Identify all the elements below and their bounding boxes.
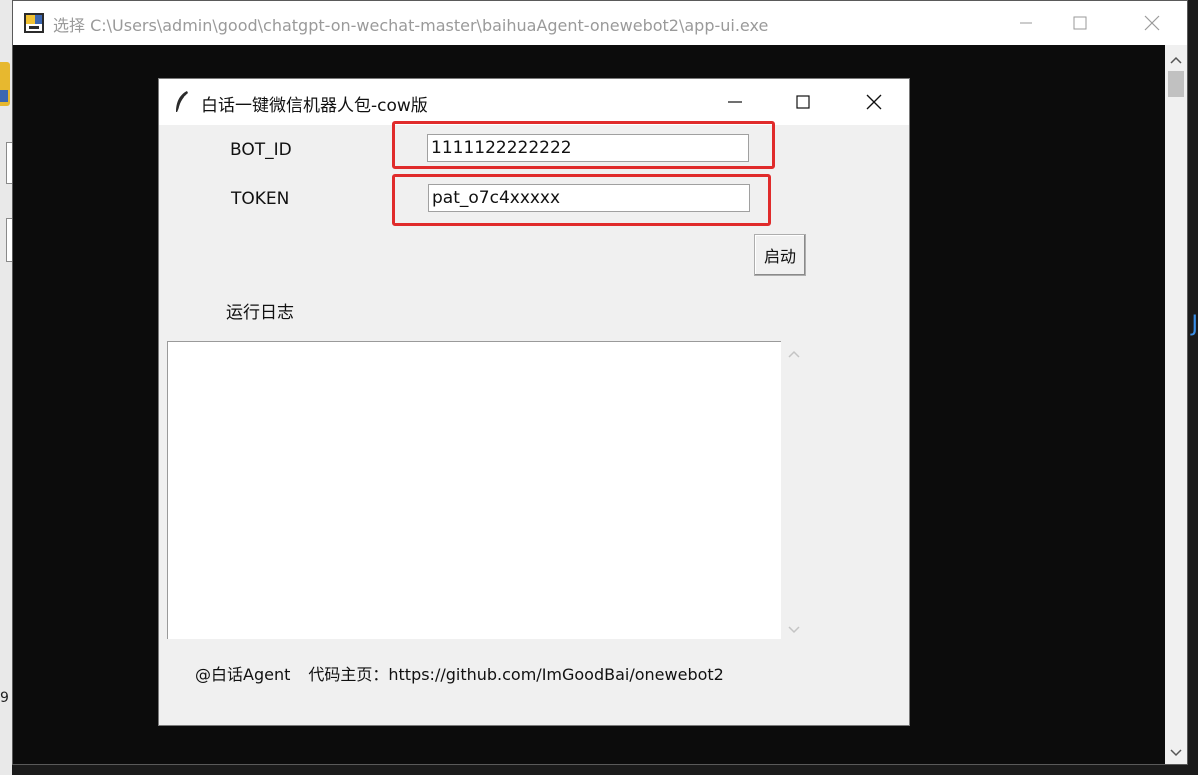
- minimize-icon: [1020, 22, 1032, 24]
- start-button[interactable]: 启动: [754, 234, 806, 276]
- token-input[interactable]: [428, 184, 750, 212]
- console-close-button[interactable]: [1129, 1, 1175, 45]
- bot-id-input[interactable]: [427, 134, 749, 162]
- bot-id-label: BOT_ID: [230, 140, 292, 160]
- footer-author: @白话Agent: [195, 665, 291, 684]
- feather-icon: [176, 91, 188, 114]
- log-scroll-down-arrow[interactable]: [783, 619, 805, 641]
- app-close-button[interactable]: [851, 79, 897, 125]
- app-titlebar[interactable]: 白话一键微信机器人包-cow版: [159, 79, 909, 125]
- background-glyph: J: [1191, 312, 1198, 337]
- minimize-icon: [728, 101, 742, 103]
- console-minimize-button[interactable]: [1003, 1, 1049, 45]
- scroll-up-arrow[interactable]: [1165, 49, 1187, 71]
- console-titlebar[interactable]: 选择 C:\Users\admin\good\chatgpt-on-wechat…: [13, 1, 1187, 45]
- log-label: 运行日志: [226, 303, 294, 323]
- close-icon: [866, 94, 882, 110]
- app-window: 白话一键微信机器人包-cow版 BOT_ID TOKEN 启动 运行日志: [159, 79, 909, 725]
- close-icon: [1144, 15, 1160, 31]
- log-scrollbar[interactable]: [783, 341, 805, 639]
- app-maximize-button[interactable]: [780, 79, 826, 125]
- console-scrollbar[interactable]: [1165, 45, 1187, 764]
- scroll-down-arrow[interactable]: [1165, 742, 1187, 764]
- console-title: 选择 C:\Users\admin\good\chatgpt-on-wechat…: [53, 16, 769, 35]
- maximize-icon: [1073, 16, 1087, 30]
- chevron-up-icon: [1170, 56, 1182, 64]
- background-window-edge: 9: [0, 0, 12, 775]
- console-maximize-button[interactable]: [1057, 1, 1103, 45]
- chevron-up-icon: [788, 350, 800, 358]
- chevron-down-icon: [788, 626, 800, 634]
- footer-text: @白话Agent 代码主页：https://github.com/ImGoodBa…: [195, 661, 724, 685]
- app-title: 白话一键微信机器人包-cow版: [201, 96, 428, 116]
- log-textarea[interactable]: [167, 341, 781, 639]
- background-digit: 9: [0, 690, 9, 706]
- background-app-icon: [0, 62, 10, 106]
- scroll-thumb[interactable]: [1168, 71, 1184, 97]
- token-label: TOKEN: [231, 189, 290, 209]
- log-scroll-up-arrow[interactable]: [783, 343, 805, 365]
- app-minimize-button[interactable]: [712, 79, 758, 125]
- chevron-down-icon: [1170, 749, 1182, 757]
- console-app-icon: [24, 13, 44, 33]
- footer-homepage: 代码主页：https://github.com/ImGoodBai/oneweb…: [308, 665, 724, 684]
- maximize-icon: [796, 95, 810, 109]
